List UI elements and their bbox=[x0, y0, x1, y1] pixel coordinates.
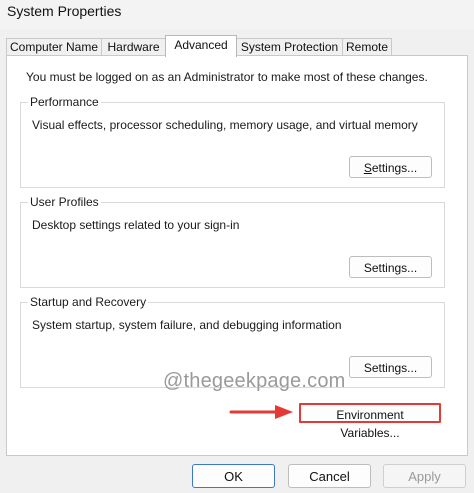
startup-recovery-settings-label: Settings... bbox=[363, 361, 418, 375]
apply-button[interactable]: Apply bbox=[383, 464, 466, 488]
tab-hardware[interactable]: Hardware bbox=[101, 38, 166, 56]
performance-group: Performance Visual effects, processor sc… bbox=[20, 94, 445, 188]
tab-system-protection[interactable]: System Protection bbox=[236, 38, 343, 56]
red-arrow-icon bbox=[229, 405, 293, 419]
cancel-button[interactable]: Cancel bbox=[288, 464, 371, 488]
performance-settings-label: ettings... bbox=[371, 161, 418, 175]
performance-settings-button[interactable]: Settings... bbox=[349, 156, 432, 178]
startup-recovery-description: System startup, system failure, and debu… bbox=[32, 318, 342, 332]
tab-remote[interactable]: Remote bbox=[342, 38, 392, 56]
ok-button[interactable]: OK bbox=[192, 464, 275, 488]
performance-description: Visual effects, processor scheduling, me… bbox=[32, 118, 418, 132]
environment-variables-button[interactable]: Environment Variables... bbox=[299, 403, 441, 440]
admin-note: You must be logged on as an Administrato… bbox=[26, 70, 428, 84]
user-profiles-title: User Profiles bbox=[28, 194, 101, 210]
startup-recovery-title: Startup and Recovery bbox=[28, 294, 149, 310]
watermark: @thegeekpage.com bbox=[163, 370, 346, 392]
tab-advanced[interactable]: Advanced bbox=[165, 35, 237, 57]
user-profiles-description: Desktop settings related to your sign-in bbox=[32, 218, 240, 232]
performance-title: Performance bbox=[28, 94, 101, 110]
user-profiles-group: User Profiles Desktop settings related t… bbox=[20, 194, 445, 288]
window-title: System Properties bbox=[7, 3, 122, 19]
tab-computer-name[interactable]: Computer Name bbox=[6, 38, 102, 56]
user-profiles-settings-button[interactable]: Settings... bbox=[349, 256, 432, 278]
startup-recovery-settings-button[interactable]: Settings... bbox=[349, 356, 432, 378]
user-profiles-settings-label: Settings... bbox=[363, 261, 418, 275]
title-bar: System Properties bbox=[0, 0, 474, 30]
